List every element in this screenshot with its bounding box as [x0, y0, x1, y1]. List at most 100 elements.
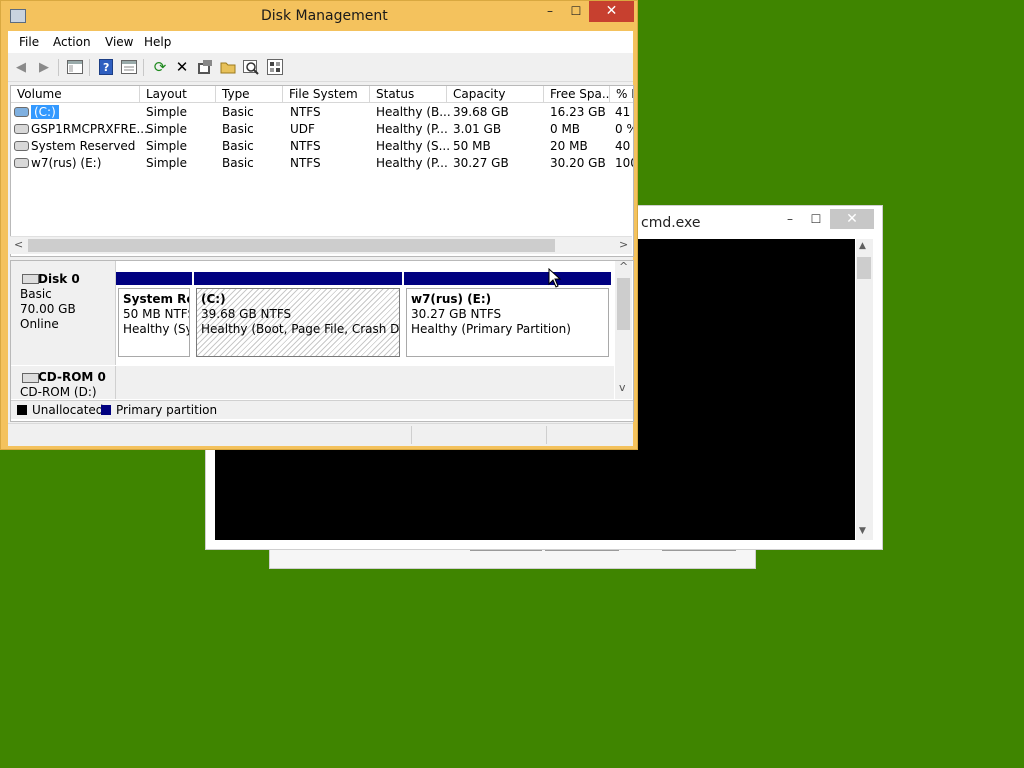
partition-e[interactable]: w7(rus) (E:) 30.27 GB NTFS Healthy (Prim…	[404, 272, 611, 359]
partition-name: (C:)	[201, 292, 226, 306]
toolbar-separator	[58, 59, 59, 76]
close-button[interactable]: ✕	[589, 1, 634, 22]
forward-icon[interactable]: ▶	[35, 58, 53, 76]
disk-management-app-icon	[10, 9, 26, 23]
maximize-button[interactable]: ☐	[798, 209, 834, 229]
pct-cell: 41	[615, 105, 631, 119]
scroll-thumb[interactable]	[28, 239, 555, 252]
table-row[interactable]: GSP1RMCPRXFRE... Simple Basic UDF Health…	[11, 121, 633, 138]
volume-list[interactable]: Volume Layout Type File System Status Ca…	[10, 85, 634, 257]
status-cell: Healthy (B...	[376, 105, 451, 119]
type-cell: Basic	[222, 122, 254, 136]
help-icon[interactable]: ?	[97, 58, 115, 76]
volume-name: w7(rus) (E:)	[31, 156, 102, 170]
cdrom-0-media-area[interactable]	[116, 366, 614, 399]
layout-cell: Simple	[146, 139, 187, 153]
back-icon[interactable]: ◀	[12, 58, 30, 76]
column-header-type[interactable]: Type	[216, 86, 283, 103]
column-header-file-system[interactable]: File System	[283, 86, 370, 103]
search-icon[interactable]	[242, 58, 260, 76]
window-title: Disk Management	[261, 8, 388, 24]
partition-c[interactable]: (C:) 39.68 GB NTFS Healthy (Boot, Page F…	[194, 272, 402, 359]
fs-cell: UDF	[290, 122, 315, 136]
disk-name: Disk 0	[38, 272, 80, 286]
scroll-down-arrow-icon[interactable]: v	[619, 381, 626, 394]
scroll-up-arrow-icon[interactable]: ▲	[859, 241, 866, 251]
list-horizontal-scrollbar[interactable]: < >	[10, 236, 632, 254]
menu-help[interactable]: Help	[144, 35, 171, 49]
type-cell: Basic	[222, 156, 254, 170]
disk-0-info[interactable]: Disk 0 Basic 70.00 GB Online	[11, 261, 116, 365]
menu-file[interactable]: File	[19, 35, 39, 49]
free-cell: 30.20 GB	[550, 156, 606, 170]
free-cell: 0 MB	[550, 122, 581, 136]
capacity-cell: 30.27 GB	[453, 156, 509, 170]
status-cell: Healthy (P...	[376, 156, 448, 170]
refresh-icon[interactable]: ⟳	[151, 58, 169, 76]
menu-view[interactable]: View	[105, 35, 133, 49]
cdrom-icon	[22, 373, 39, 383]
column-header-capacity[interactable]: Capacity	[447, 86, 544, 103]
status-cell: Healthy (S...	[376, 139, 451, 153]
column-header-layout[interactable]: Layout	[140, 86, 216, 103]
type-cell: Basic	[222, 105, 254, 119]
unallocated-swatch	[17, 405, 27, 415]
column-header-percent-free[interactable]: % F	[610, 86, 633, 103]
status-divider	[411, 426, 412, 444]
cmd-window-title: cmd.exe	[641, 215, 701, 231]
scroll-thumb[interactable]	[617, 278, 630, 330]
graph-vertical-scrollbar[interactable]: ^ v	[615, 261, 632, 399]
disk-state: Online	[20, 317, 59, 331]
free-cell: 20 MB	[550, 139, 588, 153]
primary-partition-swatch	[101, 405, 111, 415]
free-cell: 16.23 GB	[550, 105, 606, 119]
scroll-right-arrow-icon[interactable]: >	[619, 238, 628, 251]
table-row[interactable]: System Reserved Simple Basic NTFS Health…	[11, 138, 633, 155]
console-scrollbar[interactable]: ▲ ▼	[856, 239, 873, 540]
layout-cell: Simple	[146, 122, 187, 136]
toolbar-separator	[143, 59, 144, 76]
scroll-left-arrow-icon[interactable]: <	[14, 238, 23, 251]
pct-cell: 40	[615, 139, 631, 153]
open-icon[interactable]	[219, 58, 237, 76]
close-button[interactable]: ✕	[830, 209, 874, 229]
status-cell: Healthy (P...	[376, 122, 448, 136]
layout-cell: Simple	[146, 156, 187, 170]
table-row[interactable]: w7(rus) (E:) Simple Basic NTFS Healthy (…	[11, 155, 633, 172]
partition-size: 39.68 GB NTFS	[201, 307, 292, 321]
column-header-free-space[interactable]: Free Spa...	[544, 86, 610, 103]
status-bar	[8, 423, 633, 446]
disk-graphical-view[interactable]: Disk 0 Basic 70.00 GB Online System Res …	[10, 260, 634, 422]
mouse-cursor-icon	[548, 268, 562, 288]
fs-cell: NTFS	[290, 105, 321, 119]
column-header-volume[interactable]: Volume	[11, 86, 140, 103]
disk-icon	[22, 274, 39, 284]
menu-bar: File Action View Help	[8, 31, 633, 53]
pct-cell: 100	[615, 156, 633, 170]
primary-partition-band	[404, 272, 611, 285]
volume-name: GSP1RMCPRXFRE...	[31, 122, 148, 136]
console-tree-icon[interactable]	[66, 58, 84, 76]
cdrom-0-info[interactable]: CD-ROM 0 CD-ROM (D:)	[11, 366, 116, 399]
partition-size: 50 MB NTFS	[123, 307, 190, 321]
scroll-thumb[interactable]	[857, 257, 871, 279]
delete-icon[interactable]: ✕	[173, 58, 191, 76]
format-icon[interactable]	[266, 58, 284, 76]
properties-icon[interactable]	[120, 58, 138, 76]
scroll-up-arrow-icon[interactable]: ^	[619, 261, 628, 273]
minimize-button[interactable]: –	[536, 1, 564, 22]
column-header-status[interactable]: Status	[370, 86, 447, 103]
menu-action[interactable]: Action	[53, 35, 91, 49]
partition-name: System Res	[123, 292, 189, 306]
volume-icon	[14, 107, 29, 117]
type-cell: Basic	[222, 139, 254, 153]
volume-name: System Reserved	[31, 139, 136, 153]
partition-system-reserved[interactable]: System Res 50 MB NTFS Healthy (Sys	[116, 272, 192, 359]
settings-icon[interactable]	[196, 58, 214, 76]
scroll-down-arrow-icon[interactable]: ▼	[859, 526, 866, 536]
disk-management-window[interactable]: Disk Management – ☐ ✕ File Action View H…	[0, 0, 638, 450]
maximize-button[interactable]: ☐	[562, 1, 590, 22]
table-row[interactable]: (C:) Simple Basic NTFS Healthy (B... 39.…	[11, 104, 633, 121]
layout-cell: Simple	[146, 105, 187, 119]
partition-status: Healthy (Sys	[123, 322, 189, 336]
